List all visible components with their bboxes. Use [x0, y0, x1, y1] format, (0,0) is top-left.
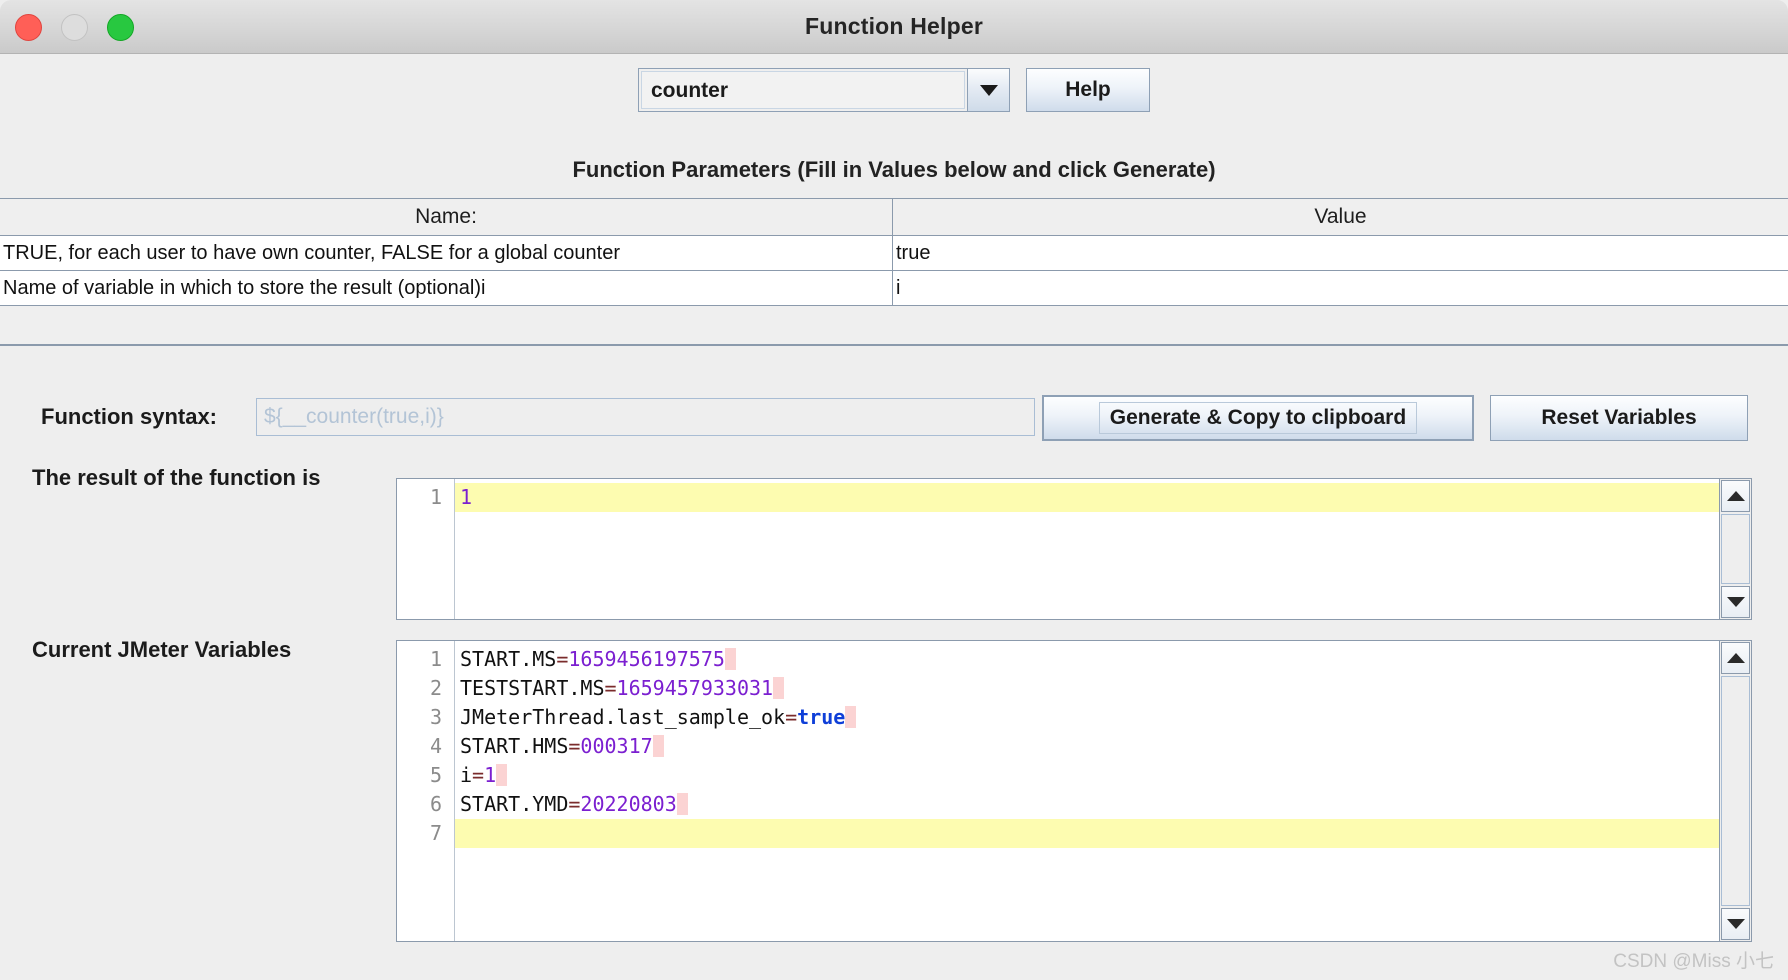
function-select[interactable]: counter: [638, 68, 1010, 112]
variable-line: TESTSTART.MS=1659457933031: [455, 674, 1719, 703]
variable-line: JMeterThread.last_sample_ok=true: [455, 703, 1719, 732]
variable-value: 1659457933031: [616, 676, 774, 700]
function-helper-window: Function Helper counter Help Function Pa…: [0, 0, 1788, 980]
table-header-row: Name: Value: [0, 199, 1788, 236]
variables-label: Current JMeter Variables: [32, 637, 292, 662]
function-syntax-label: Function syntax:: [41, 404, 218, 429]
scrollbar-track[interactable]: [1721, 676, 1750, 906]
line-number: 6: [429, 792, 442, 816]
parameter-value[interactable]: true: [893, 236, 1788, 270]
watermark: CSDN @Miss 小七: [1613, 951, 1774, 972]
result-line: 1: [455, 483, 1719, 512]
equals-token: =: [568, 792, 581, 816]
variable-value: 20220803: [580, 792, 677, 816]
end-of-line-marker: [676, 793, 688, 815]
scroll-down-arrow-icon[interactable]: [1721, 908, 1750, 940]
line-number: 1: [429, 485, 442, 509]
variable-value: 1: [484, 763, 497, 787]
scroll-up-arrow-icon[interactable]: [1721, 480, 1750, 512]
variable-line: START.MS=1659456197575: [455, 645, 1719, 674]
variables-code-area[interactable]: START.MS=1659456197575 TESTSTART.MS=16594…: [455, 641, 1719, 941]
variable-name: START.MS: [460, 647, 557, 671]
equals-token: =: [556, 647, 569, 671]
table-empty-area: [0, 306, 1788, 345]
variable-value: 000317: [580, 734, 653, 758]
scroll-up-arrow-icon[interactable]: [1721, 642, 1750, 674]
table-row[interactable]: Name of variable in which to store the r…: [0, 271, 1788, 306]
variables-vertical-scrollbar[interactable]: [1719, 641, 1751, 941]
result-label: The result of the function is: [32, 465, 321, 490]
equals-token: =: [604, 676, 617, 700]
parameter-name: TRUE, for each user to have own counter,…: [0, 236, 893, 270]
variable-name: i: [460, 763, 473, 787]
result-gutter: 1: [397, 479, 455, 619]
end-of-line-marker: [773, 677, 785, 699]
result-code-area[interactable]: 1: [455, 479, 1719, 619]
variable-line: START.HMS=000317: [455, 732, 1719, 761]
window-titlebar: Function Helper: [0, 0, 1788, 54]
end-of-line-marker: [724, 648, 736, 670]
result-vertical-scrollbar[interactable]: [1719, 479, 1751, 619]
variable-name: START.YMD: [460, 792, 569, 816]
window-title: Function Helper: [804, 13, 984, 39]
equals-token: =: [785, 705, 798, 729]
variable-value: 1659456197575: [568, 647, 725, 671]
variables-gutter: 1 2 3 4 5 6 7: [397, 641, 455, 941]
function-parameters-heading: Function Parameters (Fill in Values belo…: [572, 157, 1216, 182]
variable-name: JMeterThread.last_sample_ok: [460, 705, 786, 729]
equals-token: =: [472, 763, 485, 787]
result-value: 1: [460, 485, 473, 509]
line-number: 3: [429, 705, 442, 729]
chevron-down-icon[interactable]: [967, 69, 1009, 111]
scroll-down-arrow-icon[interactable]: [1721, 586, 1750, 618]
variable-line: i=1: [455, 761, 1719, 790]
result-editor[interactable]: 1 1: [396, 478, 1752, 620]
parameter-name: Name of variable in which to store the r…: [0, 271, 893, 305]
column-header-value: Value: [1314, 205, 1367, 228]
variable-name: START.HMS: [460, 734, 569, 758]
help-button[interactable]: Help: [1026, 68, 1150, 112]
parameter-value[interactable]: i: [893, 271, 1788, 305]
variable-name: TESTSTART.MS: [460, 676, 605, 700]
variable-line: START.YMD=20220803: [455, 790, 1719, 819]
line-number: 5: [429, 763, 442, 787]
column-header-name: Name:: [0, 199, 893, 235]
function-select-value: counter: [641, 71, 965, 109]
scrollbar-track[interactable]: [1721, 514, 1750, 584]
line-number: 1: [429, 647, 442, 671]
generate-button-label: Generate & Copy to clipboard: [1098, 402, 1418, 434]
end-of-line-marker: [496, 764, 508, 786]
end-of-line-marker: [845, 706, 857, 728]
reset-variables-button[interactable]: Reset Variables: [1490, 395, 1748, 441]
function-parameters-table: Name: Value TRUE, for each user to have …: [0, 198, 1788, 346]
table-row[interactable]: TRUE, for each user to have own counter,…: [0, 236, 1788, 271]
equals-token: =: [568, 734, 581, 758]
line-number: 7: [429, 821, 442, 845]
variables-editor[interactable]: 1 2 3 4 5 6 7 START.MS=1659456197575 TEST…: [396, 640, 1752, 942]
function-syntax-input[interactable]: ${__counter(true,i)}: [256, 398, 1035, 436]
line-number: 4: [429, 734, 442, 758]
variable-line: [455, 819, 1719, 848]
generate-and-copy-button[interactable]: Generate & Copy to clipboard: [1042, 395, 1474, 441]
end-of-line-marker: [652, 735, 664, 757]
variable-value: true: [797, 705, 846, 729]
line-number: 2: [429, 676, 442, 700]
